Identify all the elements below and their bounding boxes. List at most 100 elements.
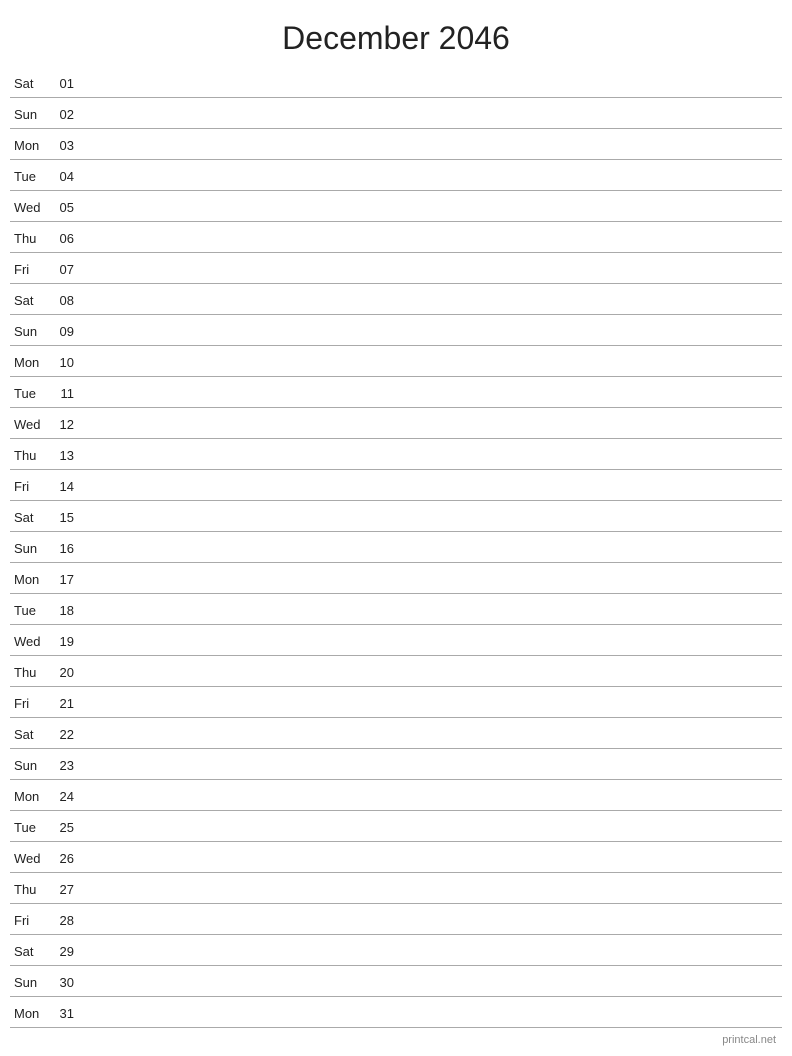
- day-row: Tue25: [10, 811, 782, 842]
- day-line: [78, 517, 782, 518]
- day-row: Fri21: [10, 687, 782, 718]
- day-line: [78, 393, 782, 394]
- day-number: 18: [50, 603, 78, 618]
- day-row: Thu20: [10, 656, 782, 687]
- day-number: 12: [50, 417, 78, 432]
- day-name: Thu: [10, 231, 50, 246]
- day-line: [78, 765, 782, 766]
- day-line: [78, 362, 782, 363]
- day-line: [78, 548, 782, 549]
- day-row: Thu06: [10, 222, 782, 253]
- day-line: [78, 424, 782, 425]
- day-name: Sat: [10, 76, 50, 91]
- calendar-container: Sat01Sun02Mon03Tue04Wed05Thu06Fri07Sat08…: [0, 67, 792, 1028]
- day-name: Sat: [10, 293, 50, 308]
- day-row: Fri28: [10, 904, 782, 935]
- day-line: [78, 858, 782, 859]
- day-row: Fri07: [10, 253, 782, 284]
- day-name: Tue: [10, 603, 50, 618]
- day-row: Sat01: [10, 67, 782, 98]
- day-name: Sun: [10, 107, 50, 122]
- day-line: [78, 579, 782, 580]
- day-row: Wed19: [10, 625, 782, 656]
- day-line: [78, 331, 782, 332]
- day-row: Mon10: [10, 346, 782, 377]
- day-row: Sat08: [10, 284, 782, 315]
- day-name: Mon: [10, 1006, 50, 1021]
- day-line: [78, 269, 782, 270]
- day-name: Fri: [10, 913, 50, 928]
- day-name: Mon: [10, 138, 50, 153]
- day-number: 22: [50, 727, 78, 742]
- day-line: [78, 920, 782, 921]
- day-row: Thu13: [10, 439, 782, 470]
- day-number: 11: [50, 386, 78, 401]
- day-line: [78, 145, 782, 146]
- day-number: 30: [50, 975, 78, 990]
- day-row: Sun30: [10, 966, 782, 997]
- day-name: Wed: [10, 851, 50, 866]
- day-line: [78, 486, 782, 487]
- day-line: [78, 1013, 782, 1014]
- day-row: Sat15: [10, 501, 782, 532]
- day-name: Fri: [10, 479, 50, 494]
- day-name: Sat: [10, 510, 50, 525]
- day-name: Sun: [10, 975, 50, 990]
- day-row: Fri14: [10, 470, 782, 501]
- day-number: 28: [50, 913, 78, 928]
- day-number: 26: [50, 851, 78, 866]
- day-name: Mon: [10, 355, 50, 370]
- day-name: Sat: [10, 944, 50, 959]
- day-line: [78, 114, 782, 115]
- day-number: 13: [50, 448, 78, 463]
- day-name: Thu: [10, 665, 50, 680]
- day-number: 05: [50, 200, 78, 215]
- day-name: Mon: [10, 789, 50, 804]
- day-number: 24: [50, 789, 78, 804]
- day-line: [78, 238, 782, 239]
- day-line: [78, 641, 782, 642]
- day-row: Wed12: [10, 408, 782, 439]
- day-row: Mon17: [10, 563, 782, 594]
- day-row: Sun09: [10, 315, 782, 346]
- day-name: Fri: [10, 262, 50, 277]
- day-name: Thu: [10, 882, 50, 897]
- day-name: Tue: [10, 169, 50, 184]
- day-line: [78, 176, 782, 177]
- page-title: December 2046: [0, 0, 792, 67]
- day-row: Wed05: [10, 191, 782, 222]
- day-line: [78, 796, 782, 797]
- day-name: Sun: [10, 324, 50, 339]
- day-name: Thu: [10, 448, 50, 463]
- day-number: 17: [50, 572, 78, 587]
- day-row: Wed26: [10, 842, 782, 873]
- day-number: 02: [50, 107, 78, 122]
- day-number: 16: [50, 541, 78, 556]
- day-row: Sun16: [10, 532, 782, 563]
- day-number: 01: [50, 76, 78, 91]
- day-name: Mon: [10, 572, 50, 587]
- day-number: 21: [50, 696, 78, 711]
- day-row: Sat29: [10, 935, 782, 966]
- day-number: 19: [50, 634, 78, 649]
- day-line: [78, 889, 782, 890]
- day-line: [78, 734, 782, 735]
- day-row: Thu27: [10, 873, 782, 904]
- day-name: Tue: [10, 820, 50, 835]
- day-name: Tue: [10, 386, 50, 401]
- day-number: 06: [50, 231, 78, 246]
- day-name: Wed: [10, 200, 50, 215]
- day-number: 20: [50, 665, 78, 680]
- day-name: Wed: [10, 634, 50, 649]
- day-name: Sun: [10, 541, 50, 556]
- day-line: [78, 300, 782, 301]
- day-number: 15: [50, 510, 78, 525]
- day-line: [78, 703, 782, 704]
- day-row: Sun02: [10, 98, 782, 129]
- day-row: Mon24: [10, 780, 782, 811]
- day-row: Tue04: [10, 160, 782, 191]
- day-line: [78, 455, 782, 456]
- day-line: [78, 672, 782, 673]
- day-name: Sat: [10, 727, 50, 742]
- day-number: 10: [50, 355, 78, 370]
